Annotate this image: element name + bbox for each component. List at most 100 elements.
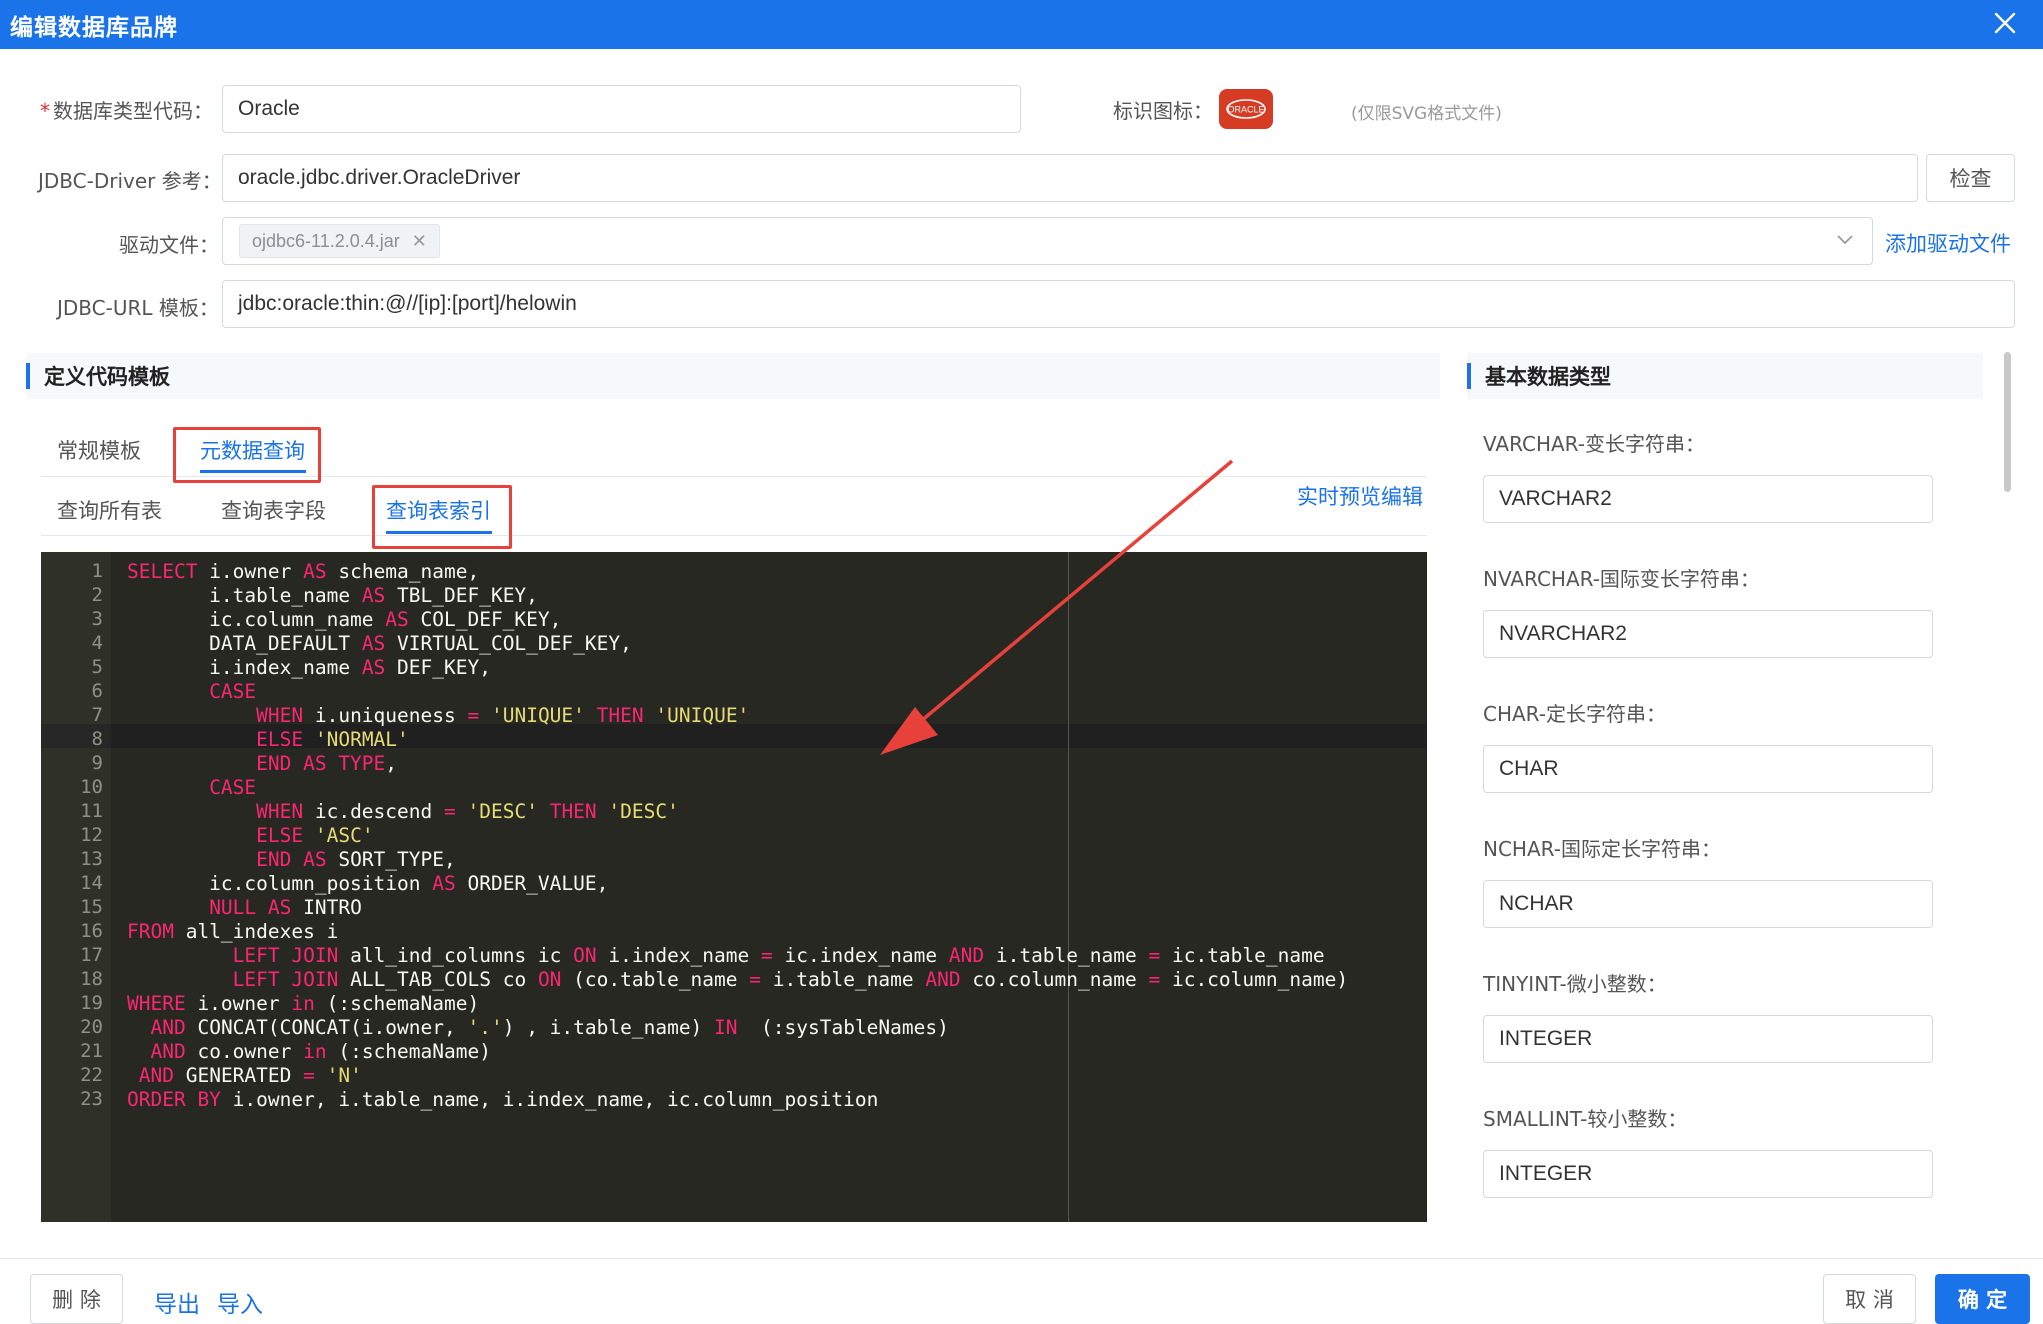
data-types-title: 基本数据类型 [1485, 365, 1611, 389]
check-button[interactable]: 检查 [1926, 154, 2015, 202]
code-line: AND co.owner in (:schemaName) [150, 1040, 491, 1063]
oracle-logo-icon[interactable]: ORACLE [1219, 89, 1273, 129]
line-number: 8 [91, 728, 103, 750]
code-line: END AS TYPE, [256, 752, 398, 775]
line-number: 4 [91, 632, 103, 654]
required-mark: * [40, 99, 50, 123]
nchar-input[interactable]: NCHAR [1483, 880, 1933, 928]
code-line: ic.column_position AS ORDER_VALUE, [127, 872, 609, 895]
driver-file-label: 驱动文件： [119, 233, 219, 257]
tag-remove-icon[interactable]: ✕ [412, 231, 427, 252]
line-number: 7 [91, 704, 103, 726]
line-number: 3 [91, 608, 103, 630]
annotation-box-tab [173, 427, 321, 483]
export-link[interactable]: 导出 [154, 1285, 200, 1319]
code-line: CASE [209, 680, 257, 703]
varchar-label: VARCHAR-变长字符串： [1483, 432, 1705, 456]
subtab-table-fields[interactable]: 查询表字段 [221, 495, 326, 525]
subtab-all-tables[interactable]: 查询所有表 [57, 495, 162, 525]
db-type-value: Oracle [238, 97, 300, 120]
code-line: LEFT JOIN all_ind_columns ic ON i.index_… [232, 944, 1325, 967]
db-type-input[interactable]: Oracle [222, 85, 1021, 133]
line-number: 14 [80, 872, 103, 894]
line-number: 6 [91, 680, 103, 702]
driver-file-select[interactable] [222, 217, 1873, 265]
code-template-section-header: 定义代码模板 [26, 353, 1440, 399]
tinyint-value: INTEGER [1499, 1027, 1593, 1050]
tinyint-label: TINYINT-微小整数： [1483, 972, 1667, 996]
nvarchar-label: NVARCHAR-国际变长字符串： [1483, 567, 1760, 591]
code-line: FROM all_indexes i [127, 920, 339, 943]
code-line: WHEN i.uniqueness = 'UNIQUE' THEN 'UNIQU… [256, 704, 750, 727]
varchar-input[interactable]: VARCHAR2 [1483, 475, 1933, 523]
annotation-arrow [880, 459, 1234, 755]
code-line: END AS SORT_TYPE, [256, 848, 456, 871]
tinyint-input[interactable]: INTEGER [1483, 1015, 1933, 1063]
nchar-value: NCHAR [1499, 892, 1574, 915]
section-accent-bar [26, 363, 30, 389]
driver-file-tag-text: ojdbc6-11.2.0.4.jar [252, 230, 400, 251]
jdbc-url-input[interactable]: jdbc:oracle:thin:@//[ip]:[port]/helowin [222, 280, 2015, 328]
section-accent-bar [1467, 363, 1471, 389]
line-number: 2 [91, 584, 103, 606]
varchar-value: VARCHAR2 [1499, 487, 1612, 510]
line-number: 9 [91, 752, 103, 774]
dialog-titlebar: 编辑数据库品牌 [0, 0, 2043, 49]
jdbc-url-value: jdbc:oracle:thin:@//[ip]:[port]/helowin [238, 292, 577, 315]
annotation-box-subtab [372, 485, 512, 549]
line-number: 20 [80, 1016, 103, 1038]
line-number: 18 [80, 968, 103, 990]
line-number: 11 [80, 800, 103, 822]
code-line: i.index_name AS DEF_KEY, [127, 656, 491, 679]
code-line: DATA_DEFAULT AS VIRTUAL_COL_DEF_KEY, [127, 632, 632, 655]
icon-hint: (仅限SVG格式文件) [1351, 104, 1502, 124]
line-number: 23 [80, 1088, 103, 1110]
tab-regular-template[interactable]: 常规模板 [57, 435, 141, 465]
oracle-icon-text: ORACLE [1227, 105, 1264, 115]
footer-divider [0, 1258, 2043, 1259]
import-link[interactable]: 导入 [217, 1285, 263, 1319]
jdbc-driver-value: oracle.jdbc.driver.OracleDriver [238, 166, 521, 189]
char-label: CHAR-定长字符串： [1483, 702, 1666, 726]
line-number: 16 [80, 920, 103, 942]
nchar-label: NCHAR-国际定长字符串： [1483, 837, 1721, 861]
close-icon[interactable] [1989, 7, 2021, 39]
line-number: 21 [80, 1040, 103, 1062]
live-preview-edit-link[interactable]: 实时预览编辑 [1297, 481, 1423, 511]
smallint-value: INTEGER [1499, 1162, 1593, 1185]
code-line: ic.column_name AS COL_DEF_KEY, [127, 608, 562, 631]
icon-label: 标识图标： [1113, 99, 1213, 123]
line-number: 12 [80, 824, 103, 846]
line-number: 1 [91, 560, 103, 582]
code-line: ORDER BY i.owner, i.table_name, i.index_… [127, 1088, 879, 1111]
code-line: ELSE 'NORMAL' [256, 728, 409, 751]
code-line: WHERE i.owner in (:schemaName) [127, 992, 480, 1015]
db-type-label-text: 数据库类型代码： [53, 99, 213, 123]
add-driver-file-link[interactable]: 添加驱动文件 [1885, 228, 2011, 258]
code-line: NULL AS INTRO [209, 896, 362, 919]
smallint-input[interactable]: INTEGER [1483, 1150, 1933, 1198]
db-type-label: * 数据库类型代码： [40, 95, 213, 124]
driver-file-tag: ojdbc6-11.2.0.4.jar ✕ [239, 224, 440, 258]
char-input[interactable]: CHAR [1483, 745, 1933, 793]
data-types-section-header: 基本数据类型 [1467, 353, 1983, 399]
line-number: 15 [80, 896, 103, 918]
code-template-title: 定义代码模板 [44, 365, 170, 389]
right-panel-scrollbar[interactable] [2004, 352, 2011, 492]
nvarchar-input[interactable]: NVARCHAR2 [1483, 610, 1933, 658]
jdbc-driver-label: JDBC-Driver 参考： [38, 169, 222, 193]
line-number: 5 [91, 656, 103, 678]
code-line: CASE [209, 776, 257, 799]
line-number: 17 [80, 944, 103, 966]
line-number: 19 [80, 992, 103, 1014]
code-line: AND CONCAT(CONCAT(i.owner, '.') , i.tabl… [150, 1016, 949, 1039]
code-line: WHEN ic.descend = 'DESC' THEN 'DESC' [256, 800, 679, 823]
code-line: ELSE 'ASC' [256, 824, 374, 847]
line-number: 22 [80, 1064, 103, 1086]
dialog-title: 编辑数据库品牌 [10, 14, 178, 41]
jdbc-driver-input[interactable]: oracle.jdbc.driver.OracleDriver [222, 154, 1918, 202]
nvarchar-value: NVARCHAR2 [1499, 622, 1627, 645]
code-line: SELECT i.owner AS schema_name, [127, 560, 480, 583]
chevron-down-icon[interactable] [1836, 234, 1854, 246]
code-line: LEFT JOIN ALL_TAB_COLS co ON (co.table_n… [232, 968, 1349, 991]
